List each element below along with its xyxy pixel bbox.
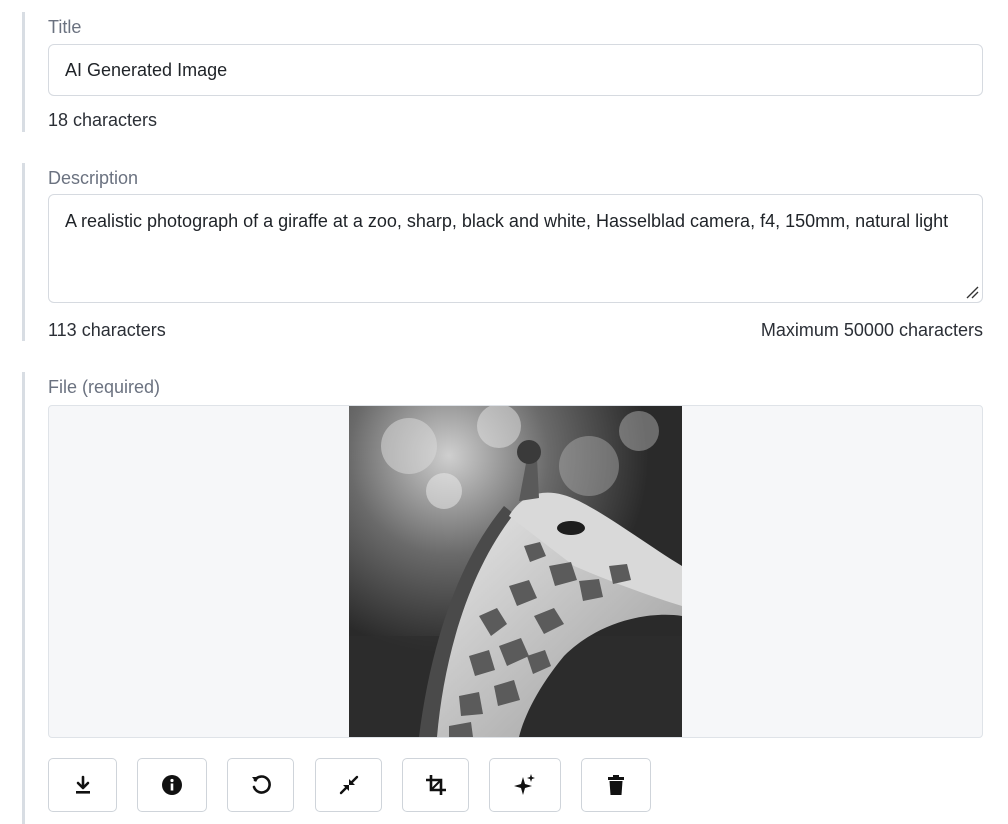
info-icon: [162, 775, 182, 795]
rotate-icon: [251, 775, 271, 794]
description-char-count: 113 characters: [48, 320, 166, 340]
description-text: A realistic photograph of a giraffe at a…: [65, 211, 949, 231]
delete-button[interactable]: [581, 758, 651, 812]
download-button[interactable]: [48, 758, 117, 812]
rotate-button[interactable]: [227, 758, 294, 812]
title-char-count: 18 characters: [48, 110, 158, 130]
giraffe-photo: [349, 406, 682, 737]
title-label: Title: [48, 17, 82, 37]
file-field-group: File (required): [22, 372, 983, 824]
title-field-group: Title AI Generated Image 18 characters: [22, 12, 983, 132]
download-icon: [75, 775, 90, 794]
ai-enhance-button[interactable]: [489, 758, 561, 812]
image-preview: [48, 405, 983, 738]
description-max-hint: Maximum 50000 characters: [760, 320, 983, 340]
shrink-button[interactable]: [315, 758, 382, 812]
crop-button[interactable]: [402, 758, 469, 812]
sparkles-icon: [514, 774, 535, 795]
shrink-icon: [339, 775, 358, 795]
description-hints: 113 characters Maximum 50000 characters: [48, 318, 983, 342]
description-field-group: Description A realistic photograph of a …: [22, 163, 983, 342]
description-textarea[interactable]: A realistic photograph of a giraffe at a…: [48, 194, 983, 303]
info-button[interactable]: [137, 758, 207, 812]
description-label: Description: [48, 168, 139, 188]
title-input[interactable]: AI Generated Image: [48, 44, 983, 96]
trash-icon: [608, 775, 624, 795]
resize-handle-icon[interactable]: [965, 285, 979, 299]
title-hints: 18 characters: [48, 108, 983, 132]
image-toolbar: [48, 758, 982, 814]
crop-icon: [425, 775, 446, 795]
file-label: File (required): [48, 377, 161, 397]
